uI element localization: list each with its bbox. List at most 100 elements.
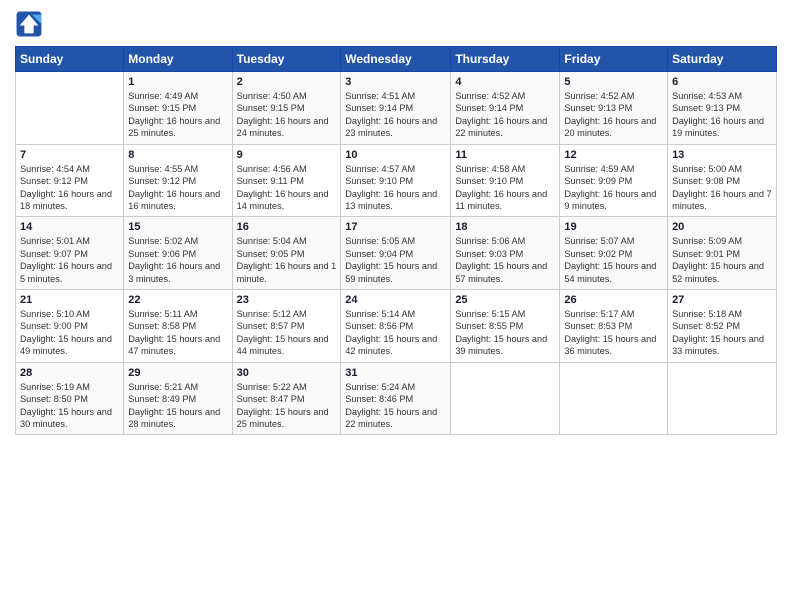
header-cell-friday: Friday — [560, 47, 668, 72]
day-info: Sunrise: 4:58 AM Sunset: 9:10 PM Dayligh… — [455, 163, 555, 213]
day-info: Sunrise: 5:09 AM Sunset: 9:01 PM Dayligh… — [672, 235, 772, 285]
week-row-0: 1 Sunrise: 4:49 AM Sunset: 9:15 PM Daylig… — [16, 72, 777, 145]
day-number: 15 — [128, 221, 227, 233]
day-cell: 10Sunrise: 4:57 AM Sunset: 9:10 PM Dayli… — [341, 144, 451, 217]
day-cell: 1 Sunrise: 4:49 AM Sunset: 9:15 PM Daylig… — [124, 72, 232, 145]
day-info: Sunrise: 5:14 AM Sunset: 8:56 PM Dayligh… — [345, 308, 446, 358]
day-info: Sunrise: 5:00 AM Sunset: 9:08 PM Dayligh… — [672, 163, 772, 213]
day-cell: 2 Sunrise: 4:50 AM Sunset: 9:15 PM Daylig… — [232, 72, 341, 145]
day-number: 3 — [345, 76, 446, 88]
day-info: Sunrise: 4:52 AM Sunset: 9:13 PM Dayligh… — [564, 90, 663, 140]
day-number: 4 — [455, 76, 555, 88]
day-number: 28 — [20, 367, 119, 379]
day-cell: 9 Sunrise: 4:56 AM Sunset: 9:11 PM Daylig… — [232, 144, 341, 217]
day-info: Sunrise: 4:50 AM Sunset: 9:15 PM Dayligh… — [237, 90, 337, 140]
day-cell: 23Sunrise: 5:12 AM Sunset: 8:57 PM Dayli… — [232, 290, 341, 363]
day-info: Sunrise: 5:22 AM Sunset: 8:47 PM Dayligh… — [237, 381, 337, 431]
day-cell: 29 Sunrise: 5:21 AM Sunset: 8:49 PM Dayli… — [124, 362, 232, 435]
day-info: Sunrise: 5:07 AM Sunset: 9:02 PM Dayligh… — [564, 235, 663, 285]
day-cell: 28Sunrise: 5:19 AM Sunset: 8:50 PM Dayli… — [16, 362, 124, 435]
day-number: 7 — [20, 149, 119, 161]
day-cell: 21 Sunrise: 5:10 AM Sunset: 9:00 PM Dayli… — [16, 290, 124, 363]
day-info: Sunrise: 5:04 AM Sunset: 9:05 PM Dayligh… — [237, 235, 337, 285]
logo — [15, 10, 47, 38]
day-number: 24 — [345, 294, 446, 306]
day-cell: 24 Sunrise: 5:14 AM Sunset: 8:56 PM Dayli… — [341, 290, 451, 363]
header-row: SundayMondayTuesdayWednesdayThursdayFrid… — [16, 47, 777, 72]
day-info: Sunrise: 5:01 AM Sunset: 9:07 PM Dayligh… — [20, 235, 119, 285]
day-number: 2 — [237, 76, 337, 88]
day-cell: 16 Sunrise: 5:04 AM Sunset: 9:05 PM Dayli… — [232, 217, 341, 290]
header-cell-sunday: Sunday — [16, 47, 124, 72]
day-number: 14 — [20, 221, 119, 233]
day-cell: 11Sunrise: 4:58 AM Sunset: 9:10 PM Dayli… — [451, 144, 560, 217]
day-cell: 22 Sunrise: 5:11 AM Sunset: 8:58 PM Dayli… — [124, 290, 232, 363]
week-row-4: 28Sunrise: 5:19 AM Sunset: 8:50 PM Dayli… — [16, 362, 777, 435]
day-number: 30 — [237, 367, 337, 379]
day-info: Sunrise: 5:10 AM Sunset: 9:00 PM Dayligh… — [20, 308, 119, 358]
day-number: 17 — [345, 221, 446, 233]
day-cell: 3 Sunrise: 4:51 AM Sunset: 9:14 PM Daylig… — [341, 72, 451, 145]
day-cell: 27 Sunrise: 5:18 AM Sunset: 8:52 PM Dayli… — [668, 290, 777, 363]
day-cell: 5 Sunrise: 4:52 AM Sunset: 9:13 PM Daylig… — [560, 72, 668, 145]
page-container: SundayMondayTuesdayWednesdayThursdayFrid… — [0, 0, 792, 612]
header-cell-wednesday: Wednesday — [341, 47, 451, 72]
page-header — [15, 10, 777, 38]
day-info: Sunrise: 4:52 AM Sunset: 9:14 PM Dayligh… — [455, 90, 555, 140]
day-number: 1 — [128, 76, 227, 88]
day-cell: 14 Sunrise: 5:01 AM Sunset: 9:07 PM Dayli… — [16, 217, 124, 290]
day-cell: 15 Sunrise: 5:02 AM Sunset: 9:06 PM Dayli… — [124, 217, 232, 290]
calendar-table: SundayMondayTuesdayWednesdayThursdayFrid… — [15, 46, 777, 435]
day-info: Sunrise: 5:06 AM Sunset: 9:03 PM Dayligh… — [455, 235, 555, 285]
day-number: 21 — [20, 294, 119, 306]
calendar-header: SundayMondayTuesdayWednesdayThursdayFrid… — [16, 47, 777, 72]
day-info: Sunrise: 5:18 AM Sunset: 8:52 PM Dayligh… — [672, 308, 772, 358]
week-row-2: 14 Sunrise: 5:01 AM Sunset: 9:07 PM Dayli… — [16, 217, 777, 290]
day-number: 22 — [128, 294, 227, 306]
day-cell: 13Sunrise: 5:00 AM Sunset: 9:08 PM Dayli… — [668, 144, 777, 217]
day-number: 29 — [128, 367, 227, 379]
day-cell: 6 Sunrise: 4:53 AM Sunset: 9:13 PM Daylig… — [668, 72, 777, 145]
day-info: Sunrise: 5:21 AM Sunset: 8:49 PM Dayligh… — [128, 381, 227, 431]
day-number: 8 — [128, 149, 227, 161]
day-info: Sunrise: 5:15 AM Sunset: 8:55 PM Dayligh… — [455, 308, 555, 358]
day-cell: 20Sunrise: 5:09 AM Sunset: 9:01 PM Dayli… — [668, 217, 777, 290]
day-cell: 17Sunrise: 5:05 AM Sunset: 9:04 PM Dayli… — [341, 217, 451, 290]
day-info: Sunrise: 4:54 AM Sunset: 9:12 PM Dayligh… — [20, 163, 119, 213]
day-number: 25 — [455, 294, 555, 306]
day-number: 26 — [564, 294, 663, 306]
day-cell: 18 Sunrise: 5:06 AM Sunset: 9:03 PM Dayli… — [451, 217, 560, 290]
day-cell: 19Sunrise: 5:07 AM Sunset: 9:02 PM Dayli… — [560, 217, 668, 290]
day-info: Sunrise: 4:56 AM Sunset: 9:11 PM Dayligh… — [237, 163, 337, 213]
day-info: Sunrise: 4:53 AM Sunset: 9:13 PM Dayligh… — [672, 90, 772, 140]
day-info: Sunrise: 4:51 AM Sunset: 9:14 PM Dayligh… — [345, 90, 446, 140]
day-number: 16 — [237, 221, 337, 233]
day-cell: 7 Sunrise: 4:54 AM Sunset: 9:12 PM Daylig… — [16, 144, 124, 217]
day-number: 9 — [237, 149, 337, 161]
day-number: 5 — [564, 76, 663, 88]
logo-icon — [15, 10, 43, 38]
day-info: Sunrise: 4:59 AM Sunset: 9:09 PM Dayligh… — [564, 163, 663, 213]
day-number: 31 — [345, 367, 446, 379]
day-info: Sunrise: 5:02 AM Sunset: 9:06 PM Dayligh… — [128, 235, 227, 285]
day-cell: 30 Sunrise: 5:22 AM Sunset: 8:47 PM Dayli… — [232, 362, 341, 435]
day-info: Sunrise: 4:55 AM Sunset: 9:12 PM Dayligh… — [128, 163, 227, 213]
header-cell-monday: Monday — [124, 47, 232, 72]
day-cell — [451, 362, 560, 435]
header-cell-tuesday: Tuesday — [232, 47, 341, 72]
day-number: 12 — [564, 149, 663, 161]
day-info: Sunrise: 5:12 AM Sunset: 8:57 PM Dayligh… — [237, 308, 337, 358]
day-info: Sunrise: 5:17 AM Sunset: 8:53 PM Dayligh… — [564, 308, 663, 358]
week-row-3: 21 Sunrise: 5:10 AM Sunset: 9:00 PM Dayli… — [16, 290, 777, 363]
header-cell-thursday: Thursday — [451, 47, 560, 72]
day-info: Sunrise: 5:11 AM Sunset: 8:58 PM Dayligh… — [128, 308, 227, 358]
day-info: Sunrise: 4:49 AM Sunset: 9:15 PM Dayligh… — [128, 90, 227, 140]
day-number: 18 — [455, 221, 555, 233]
day-cell: 25 Sunrise: 5:15 AM Sunset: 8:55 PM Dayli… — [451, 290, 560, 363]
day-info: Sunrise: 5:24 AM Sunset: 8:46 PM Dayligh… — [345, 381, 446, 431]
day-cell: 12 Sunrise: 4:59 AM Sunset: 9:09 PM Dayli… — [560, 144, 668, 217]
day-number: 6 — [672, 76, 772, 88]
day-number: 27 — [672, 294, 772, 306]
calendar-body: 1 Sunrise: 4:49 AM Sunset: 9:15 PM Daylig… — [16, 72, 777, 435]
day-cell — [16, 72, 124, 145]
